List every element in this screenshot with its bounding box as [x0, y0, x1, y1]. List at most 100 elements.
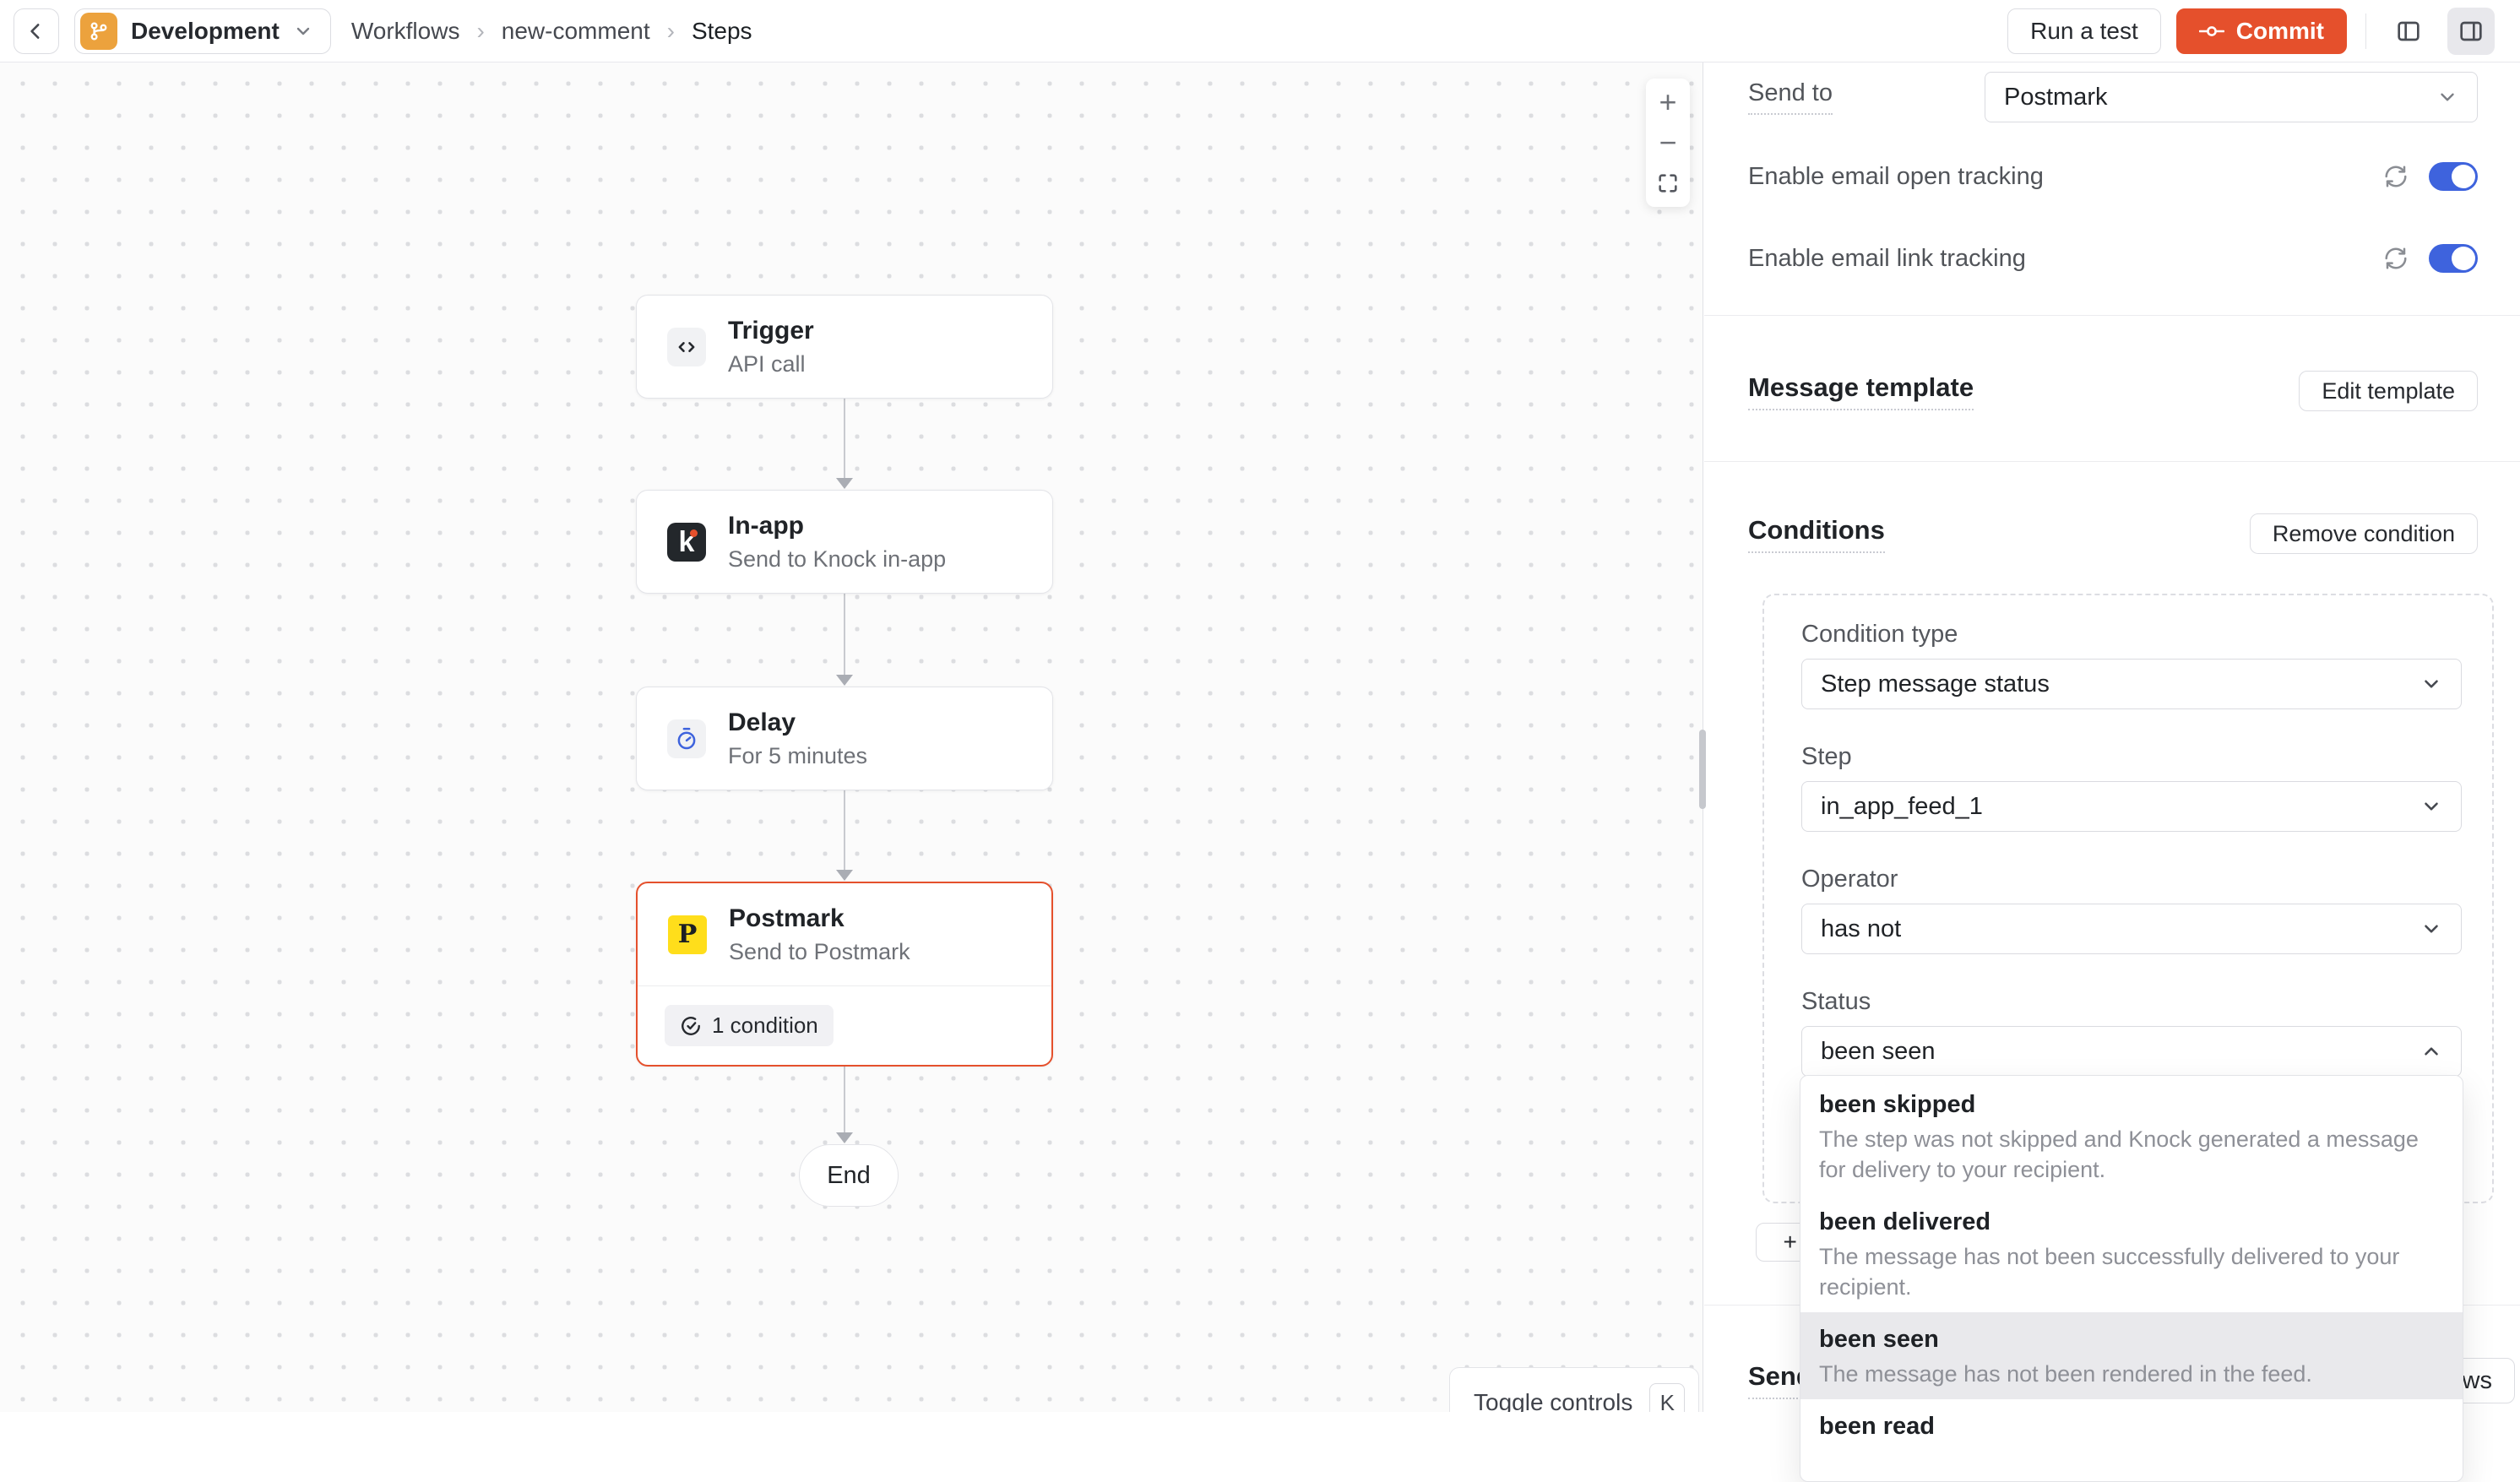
message-template-title: Message template — [1748, 372, 1974, 410]
open-tracking-label: Enable email open tracking — [1748, 163, 2044, 191]
conditions-row: Conditions Remove condition — [1704, 512, 2520, 556]
step-label: Step — [1801, 743, 2462, 771]
toggle-controls-button[interactable]: Toggle controls K — [1449, 1367, 1699, 1412]
panel-left-icon — [2395, 18, 2422, 45]
option-title: been seen — [1819, 1323, 2444, 1355]
dropdown-option-been-seen[interactable]: been seen The message has not been rende… — [1800, 1312, 2463, 1399]
stopwatch-icon — [667, 719, 706, 758]
step-value: in_app_feed_1 — [1821, 793, 1983, 821]
option-description: The message has not been successfully de… — [1819, 1241, 2444, 1302]
edge-arrowhead — [836, 478, 853, 489]
node-subtitle: API call — [728, 351, 814, 377]
node-title: Trigger — [728, 317, 814, 345]
edge-postmark-end — [844, 1061, 845, 1132]
chevron-up-icon — [2420, 1040, 2442, 1062]
panel-resize-handle[interactable] — [1699, 730, 1706, 809]
node-subtitle: Send to Postmark — [729, 939, 910, 965]
edge-inapp-delay — [844, 592, 845, 675]
dropdown-option-been-delivered[interactable]: been delivered The message has not been … — [1800, 1195, 2463, 1312]
open-tracking-toggle[interactable] — [2429, 162, 2478, 191]
node-title: In-app — [728, 512, 946, 540]
condition-type-label: Condition type — [1801, 621, 2462, 649]
node-subtitle: For 5 minutes — [728, 743, 867, 769]
node-title: Delay — [728, 708, 867, 737]
operator-field: Operator has not — [1801, 866, 2462, 954]
section-divider — [1704, 315, 2520, 316]
keyboard-shortcut-badge: K — [1649, 1383, 1685, 1412]
environment-branch-icon — [80, 13, 117, 50]
toolbar-divider — [2365, 14, 2366, 49]
remove-condition-button[interactable]: Remove condition — [2250, 513, 2478, 554]
sync-icon[interactable] — [2383, 164, 2409, 189]
breadcrumb-item-steps[interactable]: Steps — [692, 18, 752, 45]
code-icon — [667, 328, 706, 366]
node-trigger[interactable]: Trigger API call — [636, 295, 1053, 399]
edge-arrowhead — [836, 675, 853, 686]
end-label: End — [827, 1162, 871, 1190]
link-tracking-toggle[interactable] — [2429, 244, 2478, 273]
node-title: Postmark — [729, 904, 910, 933]
fit-view-button[interactable] — [1646, 163, 1690, 204]
topbar: Development Workflows › new-comment › St… — [0, 0, 2520, 62]
edge-arrowhead — [836, 870, 853, 881]
section-divider — [1704, 461, 2520, 462]
send-to-row: Send to Postmark — [1704, 71, 2520, 123]
node-end[interactable]: End — [799, 1144, 899, 1207]
chevron-left-icon — [25, 20, 47, 42]
status-field: Status been seen — [1801, 988, 2462, 1077]
panel-right-icon — [2458, 18, 2485, 45]
edge-arrowhead — [836, 1132, 853, 1143]
node-in-app[interactable]: k In-app Send to Knock in-app — [636, 490, 1053, 594]
settings-panel: Send to Postmark Enable email open track… — [1704, 62, 2520, 1412]
condition-type-value: Step message status — [1821, 670, 2050, 698]
condition-count-label: 1 condition — [712, 1012, 818, 1039]
node-subtitle: Send to Knock in-app — [728, 546, 946, 573]
edit-template-button[interactable]: Edit template — [2299, 371, 2478, 411]
condition-type-select[interactable]: Step message status — [1801, 659, 2462, 709]
send-to-value: Postmark — [2004, 84, 2107, 111]
zoom-out-button[interactable]: − — [1646, 122, 1690, 163]
node-footer: 1 condition — [638, 985, 1051, 1065]
right-panel-toggle-button[interactable] — [2447, 8, 2495, 55]
breadcrumb-separator: › — [476, 18, 484, 45]
environment-switcher[interactable]: Development — [74, 8, 331, 54]
breadcrumb-item-workflows[interactable]: Workflows — [351, 18, 460, 45]
chevron-down-icon — [2436, 86, 2458, 108]
run-test-button[interactable]: Run a test — [2007, 8, 2161, 54]
send-to-select[interactable]: Postmark — [1985, 72, 2478, 122]
operator-select[interactable]: has not — [1801, 904, 2462, 954]
sync-icon[interactable] — [2383, 246, 2409, 271]
zoom-in-button[interactable]: + — [1646, 82, 1690, 122]
node-delay[interactable]: Delay For 5 minutes — [636, 687, 1053, 790]
operator-value: has not — [1821, 915, 1901, 943]
open-tracking-row: Enable email open tracking — [1704, 150, 2520, 203]
left-panel-toggle-button[interactable] — [2385, 8, 2432, 55]
option-title: been skipped — [1819, 1088, 2444, 1121]
link-tracking-label: Enable email link tracking — [1748, 245, 2026, 273]
node-postmark[interactable]: P Postmark Send to Postmark 1 condition — [636, 882, 1053, 1067]
knock-icon: k — [667, 523, 706, 562]
toggle-controls-label: Toggle controls — [1474, 1389, 1632, 1412]
chevron-down-icon — [2420, 918, 2442, 940]
commit-label: Commit — [2236, 18, 2324, 45]
commit-icon — [2199, 24, 2224, 39]
dropdown-option-been-skipped[interactable]: been skipped The step was not skipped an… — [1800, 1078, 2463, 1195]
condition-type-field: Condition type Step message status — [1801, 621, 2462, 709]
back-button[interactable] — [14, 8, 59, 54]
check-circle-icon — [680, 1015, 702, 1037]
option-title: been read — [1819, 1410, 2444, 1442]
status-select[interactable]: been seen — [1801, 1026, 2462, 1077]
dropdown-option-been-read[interactable]: been read — [1800, 1399, 2463, 1456]
option-description: The message has not been rendered in the… — [1819, 1359, 2444, 1389]
option-title: been delivered — [1819, 1206, 2444, 1238]
breadcrumb-item-new-comment[interactable]: new-comment — [502, 18, 650, 45]
workflow-canvas[interactable]: Trigger API call k In-app Send to Knock … — [0, 62, 1703, 1412]
status-value: been seen — [1821, 1038, 1935, 1066]
step-select[interactable]: in_app_feed_1 — [1801, 781, 2462, 832]
operator-label: Operator — [1801, 866, 2462, 893]
postmark-icon: P — [668, 915, 707, 954]
edge-delay-postmark — [844, 788, 845, 870]
chevron-down-icon — [2420, 673, 2442, 695]
commit-button[interactable]: Commit — [2176, 8, 2347, 54]
breadcrumb-separator: › — [667, 18, 675, 45]
